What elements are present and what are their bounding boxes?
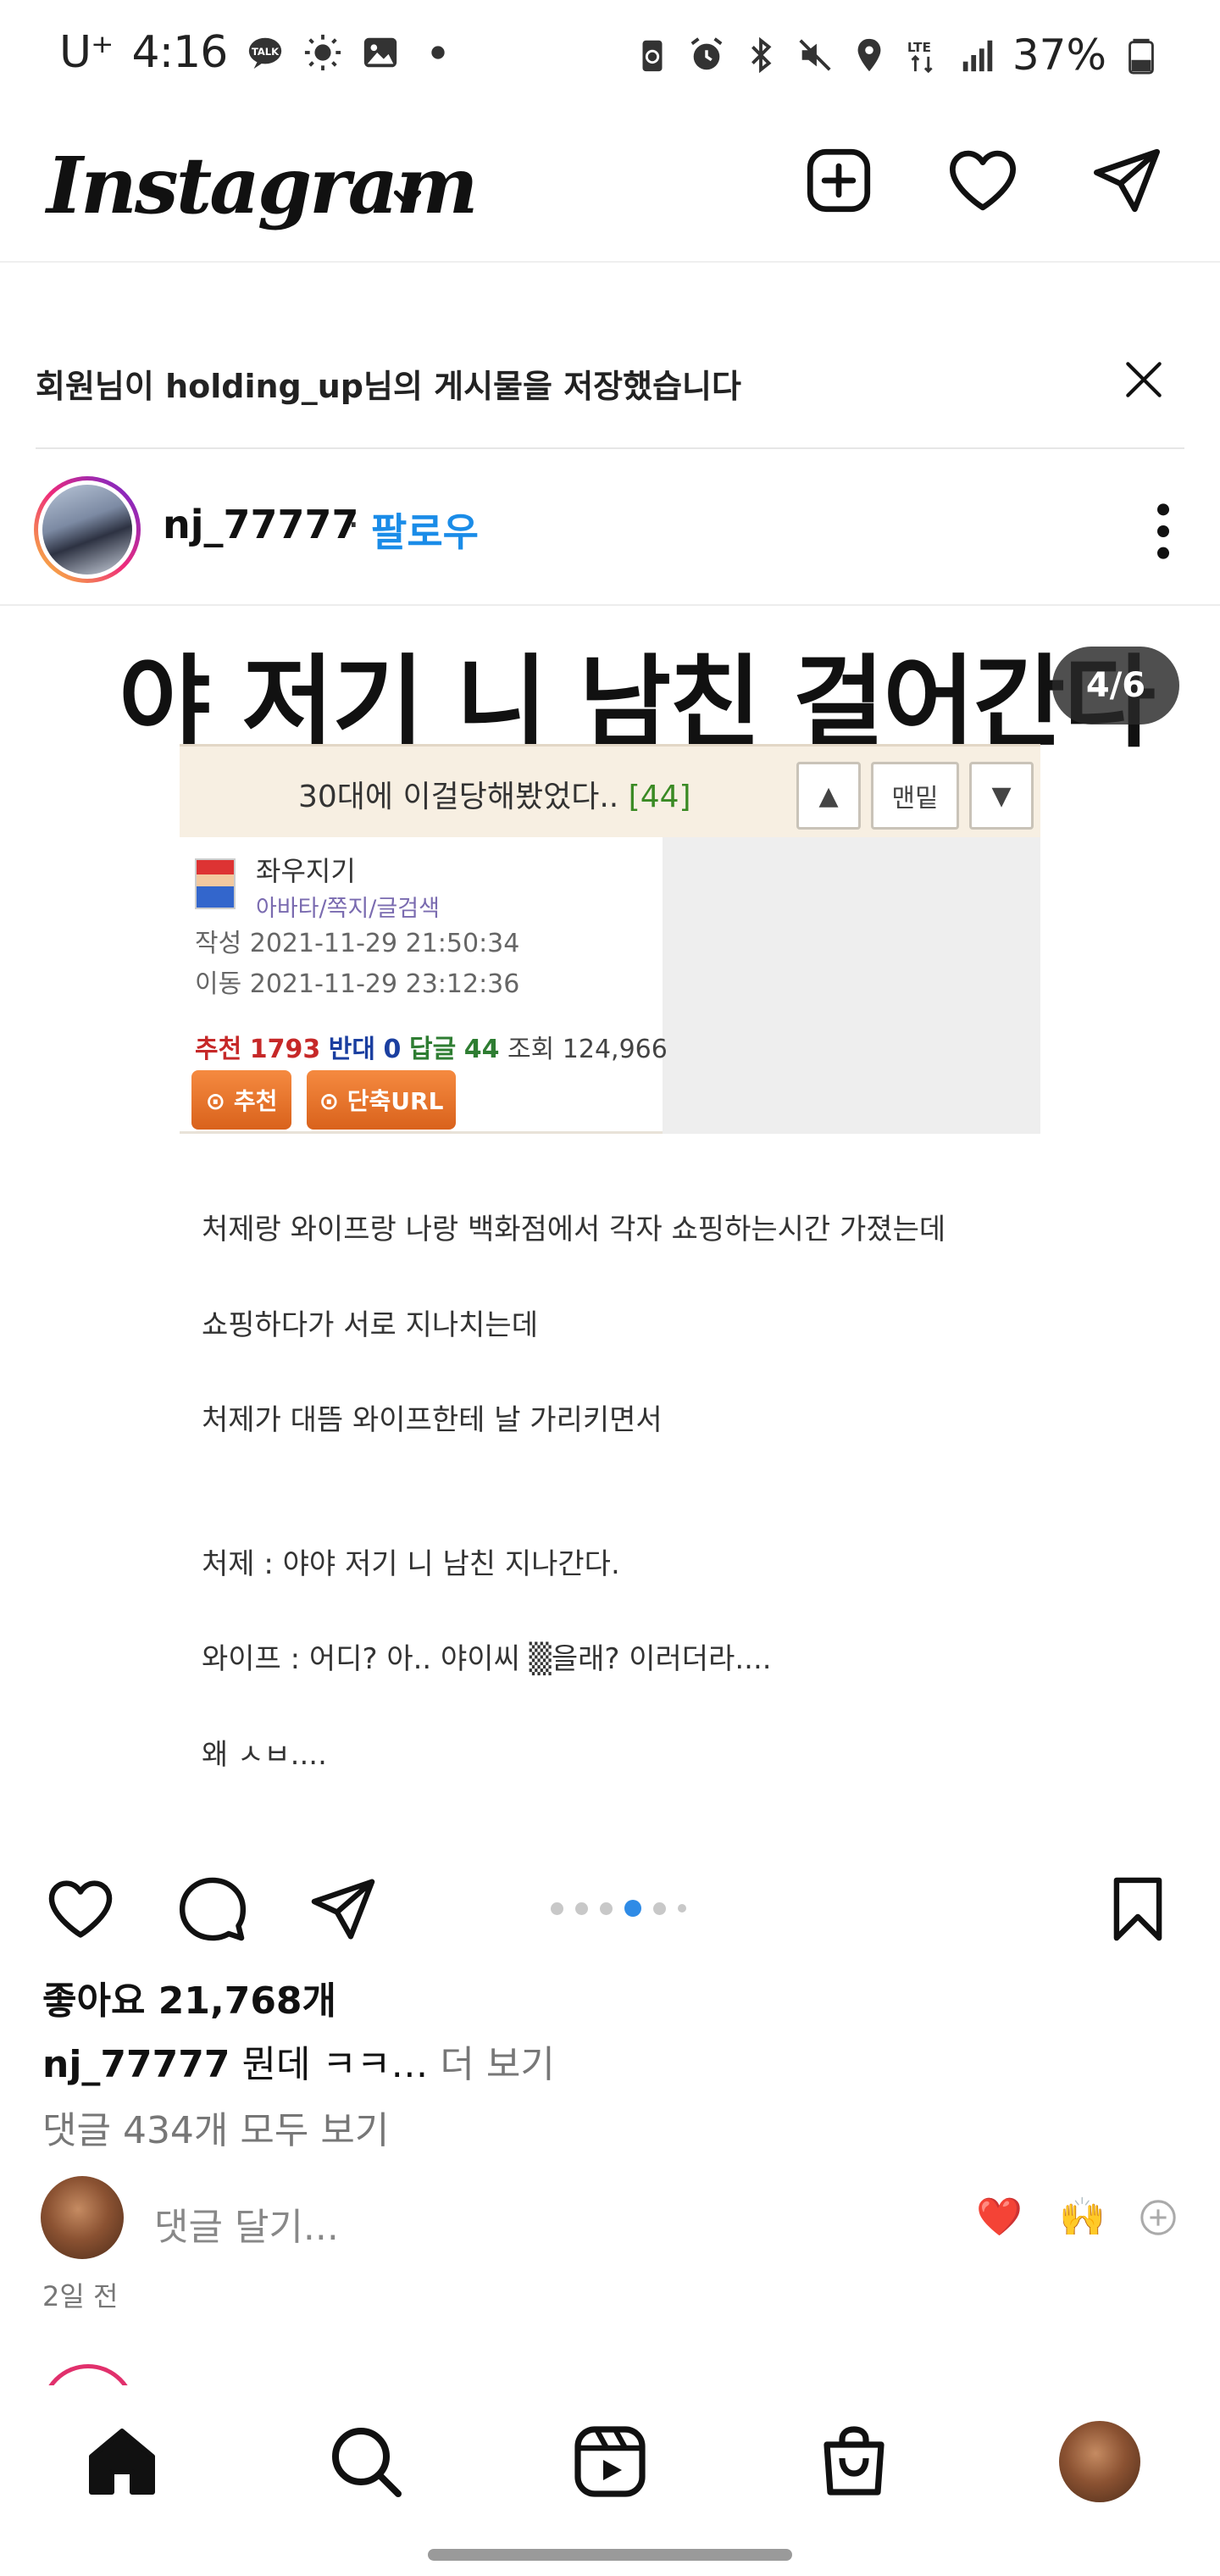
forum-recommend-button: ⊙ 추천 [191, 1070, 291, 1130]
reels-icon[interactable] [569, 2421, 651, 2502]
post-header: nj_77777 · 팔로우 [0, 458, 1220, 606]
home-icon[interactable] [81, 2421, 163, 2502]
forum-author-links: 아바타/쪽지/글검색 [256, 896, 440, 922]
post-caption: nj_77777 뭔데 ㅋㅋ… 더 보기 [42, 2034, 555, 2088]
heart-emoji-reaction[interactable]: ❤️ [976, 2195, 1023, 2239]
comment-icon[interactable] [176, 1873, 249, 1946]
forum-stats: 추천 1793 반대 0 답글 44 조회 124,966 [195, 1035, 668, 1064]
close-icon[interactable] [1120, 356, 1167, 403]
carousel-dot [575, 1901, 588, 1915]
notification-dot-icon [431, 46, 445, 59]
svg-text:TALK: TALK [252, 46, 280, 58]
forum-avatar-icon [195, 858, 236, 909]
story-line: 처제가 대뜸 와이프한테 날 가리키면서 [202, 1403, 663, 1437]
post-time-ago: 2일 전 [42, 2280, 119, 2312]
post-image[interactable]: 야 저기 니 남친 걸어간다 4/6 30대에 이걸당해봤었다.. [44] ▲… [0, 608, 1220, 1786]
current-user-avatar [41, 2176, 124, 2259]
brightness-icon [305, 34, 341, 71]
carrier-label: U⁺ [59, 27, 114, 78]
status-bar: U⁺ 4:16 TALK LTE 37% [0, 0, 1220, 110]
story-line: 처제 : 야야 저기 니 남친 지나간다. [202, 1547, 620, 1581]
comment-input[interactable]: 댓글 달기... [154, 2196, 339, 2251]
bottom-navigation [0, 2385, 1220, 2576]
battery-icon [1128, 38, 1154, 75]
heart-icon[interactable] [945, 142, 1021, 219]
forum-post-title: 30대에 이걸당해봤었다.. [44] [298, 780, 691, 814]
post-author-avatar[interactable] [34, 476, 141, 583]
save-icon[interactable] [1101, 1873, 1174, 1946]
alarm-icon [690, 37, 723, 70]
forum-written-date: 작성 2021-11-29 21:50:34 [195, 929, 520, 958]
post-actions [0, 1856, 1220, 1957]
location-icon [857, 38, 881, 72]
raising-hands-emoji-reaction[interactable]: 🙌 [1059, 2195, 1106, 2239]
search-icon[interactable] [325, 2421, 407, 2502]
forum-reply-count: [44] [628, 780, 691, 814]
bluetooth-icon [751, 36, 772, 74]
battery-saver-icon [642, 40, 663, 72]
add-comment-row: 댓글 달기... ❤️ 🙌 [0, 2169, 1220, 2262]
carousel-dot [678, 1904, 686, 1913]
separator-dot: · [347, 502, 360, 547]
clock: 4:16 [131, 27, 229, 78]
direct-message-icon[interactable] [1089, 142, 1165, 219]
carousel-dot [624, 1900, 641, 1917]
carousel-dot [600, 1901, 613, 1915]
add-emoji-icon[interactable] [1139, 2198, 1178, 2237]
carousel-counter: 4/6 [1052, 647, 1179, 724]
story-line: 왜 ㅅㅂ.... [202, 1738, 327, 1772]
kakaotalk-icon: TALK [249, 37, 282, 69]
app-header: Instagram [0, 127, 1220, 263]
gallery-icon [364, 37, 397, 68]
story-line: 처제랑 와이프랑 나랑 백화점에서 각자 쇼핑하는시간 가졌는데 [202, 1213, 946, 1246]
svg-text:LTE: LTE [907, 40, 931, 55]
caption-text: 뭔데 ㅋㅋ… [241, 2043, 429, 2086]
add-post-icon[interactable] [801, 142, 877, 219]
follow-button[interactable]: 팔로우 [371, 502, 479, 558]
caption-more-link[interactable]: 더 보기 [440, 2043, 554, 2086]
lte-icon: LTE [907, 40, 933, 74]
like-count[interactable]: 좋아요 21,768개 [42, 1970, 336, 2024]
mute-icon [799, 39, 831, 71]
forum-ad-area [663, 837, 1040, 1134]
story-line: 와이프 : 어디? 아.. 야이씨 ▒을래? 이러더라.... [202, 1642, 772, 1676]
story-line: 쇼핑하다가 서로 지나치는데 [202, 1308, 538, 1342]
saved-notice: 회원님이 holding_up님의 게시물을 저장했습니다 [36, 322, 1184, 449]
forum-author: 좌우지기 [256, 855, 356, 887]
chevron-down-icon[interactable] [388, 178, 427, 217]
like-icon[interactable] [44, 1873, 117, 1946]
up-arrow-button: ▲ [796, 762, 861, 830]
home-indicator-bar [428, 2549, 792, 2561]
shop-icon[interactable] [813, 2421, 895, 2502]
carousel-indicator [551, 1900, 686, 1917]
share-icon[interactable] [307, 1873, 380, 1946]
forum-post-card: 30대에 이걸당해봤었다.. [44] ▲ 맨밑 ▼ 좌우지기 아바타/쪽지/글… [180, 744, 1040, 1134]
forum-moved-date: 이동 2021-11-29 23:12:36 [195, 969, 520, 999]
bottom-button: 맨밑 [871, 762, 959, 830]
profile-avatar[interactable] [1059, 2421, 1140, 2502]
more-options-icon[interactable] [1157, 502, 1169, 561]
forum-post-titlebar: 30대에 이걸당해봤었다.. [44] ▲ 맨밑 ▼ [180, 744, 1040, 837]
carousel-dot [551, 1901, 563, 1915]
view-all-comments-link[interactable]: 댓글 434개 모두 보기 [42, 2100, 389, 2154]
post-author-username[interactable]: nj_77777 [163, 502, 359, 547]
carousel-dot [653, 1901, 666, 1915]
caption-username[interactable]: nj_77777 [42, 2043, 230, 2086]
down-arrow-button: ▼ [969, 762, 1034, 830]
forum-short-url-button: ⊙ 단축URL [307, 1070, 456, 1130]
signal-icon [962, 40, 993, 72]
battery-percent: 37% [1012, 31, 1106, 80]
saved-notice-text: 회원님이 holding_up님의 게시물을 저장했습니다 [36, 368, 741, 405]
